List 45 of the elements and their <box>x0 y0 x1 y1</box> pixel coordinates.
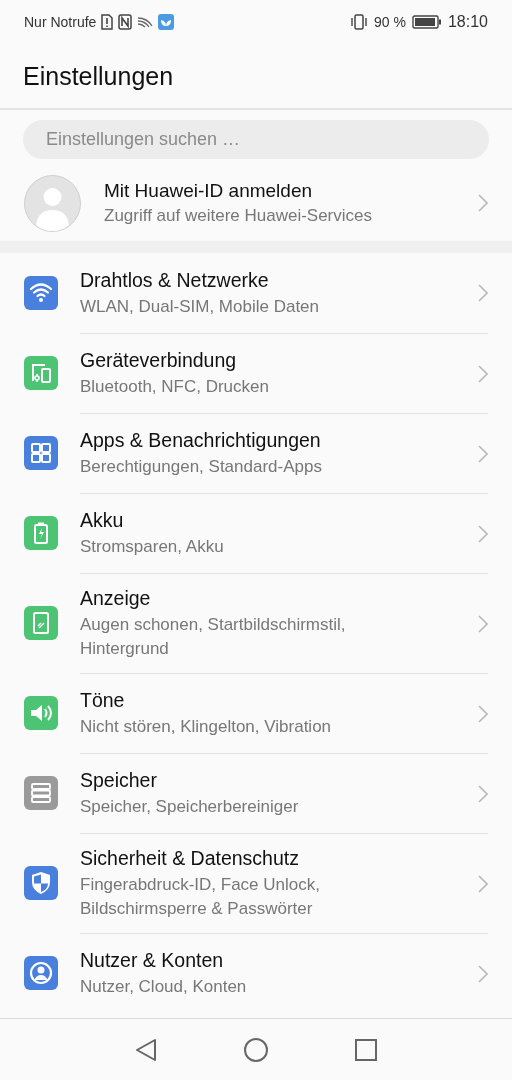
clock: 18:10 <box>447 13 488 31</box>
avatar-icon <box>24 174 81 232</box>
home-button[interactable] <box>244 1037 268 1062</box>
item-title[interactable]: Töne <box>80 689 468 712</box>
chevron-icon <box>478 364 488 383</box>
item-subtitle: WLAN, Dual-SIM, Mobile Daten <box>80 295 321 318</box>
search-field[interactable]: Einstellungen suchen … <box>23 120 489 159</box>
chevron-icon <box>478 614 488 633</box>
item-title[interactable]: Drahtlos & Netzwerke <box>80 268 468 292</box>
swipe-icon <box>137 16 154 28</box>
item-title[interactable]: Sicherheit & Datenschutz <box>80 847 468 870</box>
item-title[interactable]: Anzeige <box>80 587 468 610</box>
account-title[interactable]: Mit Huawei-ID anmelden <box>104 180 455 202</box>
app-notification-icon <box>158 14 175 30</box>
item-title[interactable]: Geräteverbindung <box>80 349 468 372</box>
item-subtitle: Stromsparen, Akku <box>80 536 225 558</box>
item-subtitle: Nicht stören, Klingelton, Vibration <box>80 716 333 738</box>
nfc-icon <box>118 14 133 30</box>
chevron-icon <box>478 964 488 983</box>
page-title: Einstellungen <box>23 61 174 91</box>
item-subtitle: Speicher, Speicherbereiniger <box>80 796 300 818</box>
sim-alert-icon <box>101 14 114 30</box>
chevron-icon <box>478 524 488 543</box>
chevron-icon <box>478 194 488 212</box>
account-subtitle: Zugriff auf weitere Huawei-Services <box>104 206 373 226</box>
battery-percent: 90 % <box>374 14 406 30</box>
item-subtitle: Nutzer, Cloud, Konten <box>80 976 248 998</box>
item-subtitle: Augen schonen, Startbildschirmstil, Hintergrund <box>80 614 347 660</box>
item-subtitle: Bluetooth, NFC, Drucken <box>80 376 270 398</box>
item-subtitle: Fingerabdruck-ID, Face Unlock, Bildschirmsperre & Passwörter <box>80 874 321 920</box>
chevron-icon <box>478 704 488 723</box>
vibrate-icon <box>350 14 369 30</box>
recents-button[interactable] <box>355 1038 377 1061</box>
back-button[interactable] <box>135 1037 157 1062</box>
chevron-icon <box>478 444 488 463</box>
item-title[interactable]: Nutzer & Konten <box>80 949 468 972</box>
item-title[interactable]: Apps & Benachrichtigungen <box>80 429 468 452</box>
item-title[interactable]: Speicher <box>80 769 468 792</box>
item-title[interactable]: Akku <box>80 509 468 532</box>
chevron-icon <box>478 284 488 302</box>
carrier-text: Nur Notrufe <box>24 14 97 30</box>
item-subtitle: Berechtigungen, Standard-Apps <box>80 456 323 478</box>
chevron-icon <box>478 784 488 803</box>
battery-icon <box>411 15 442 29</box>
chevron-icon <box>478 874 488 893</box>
